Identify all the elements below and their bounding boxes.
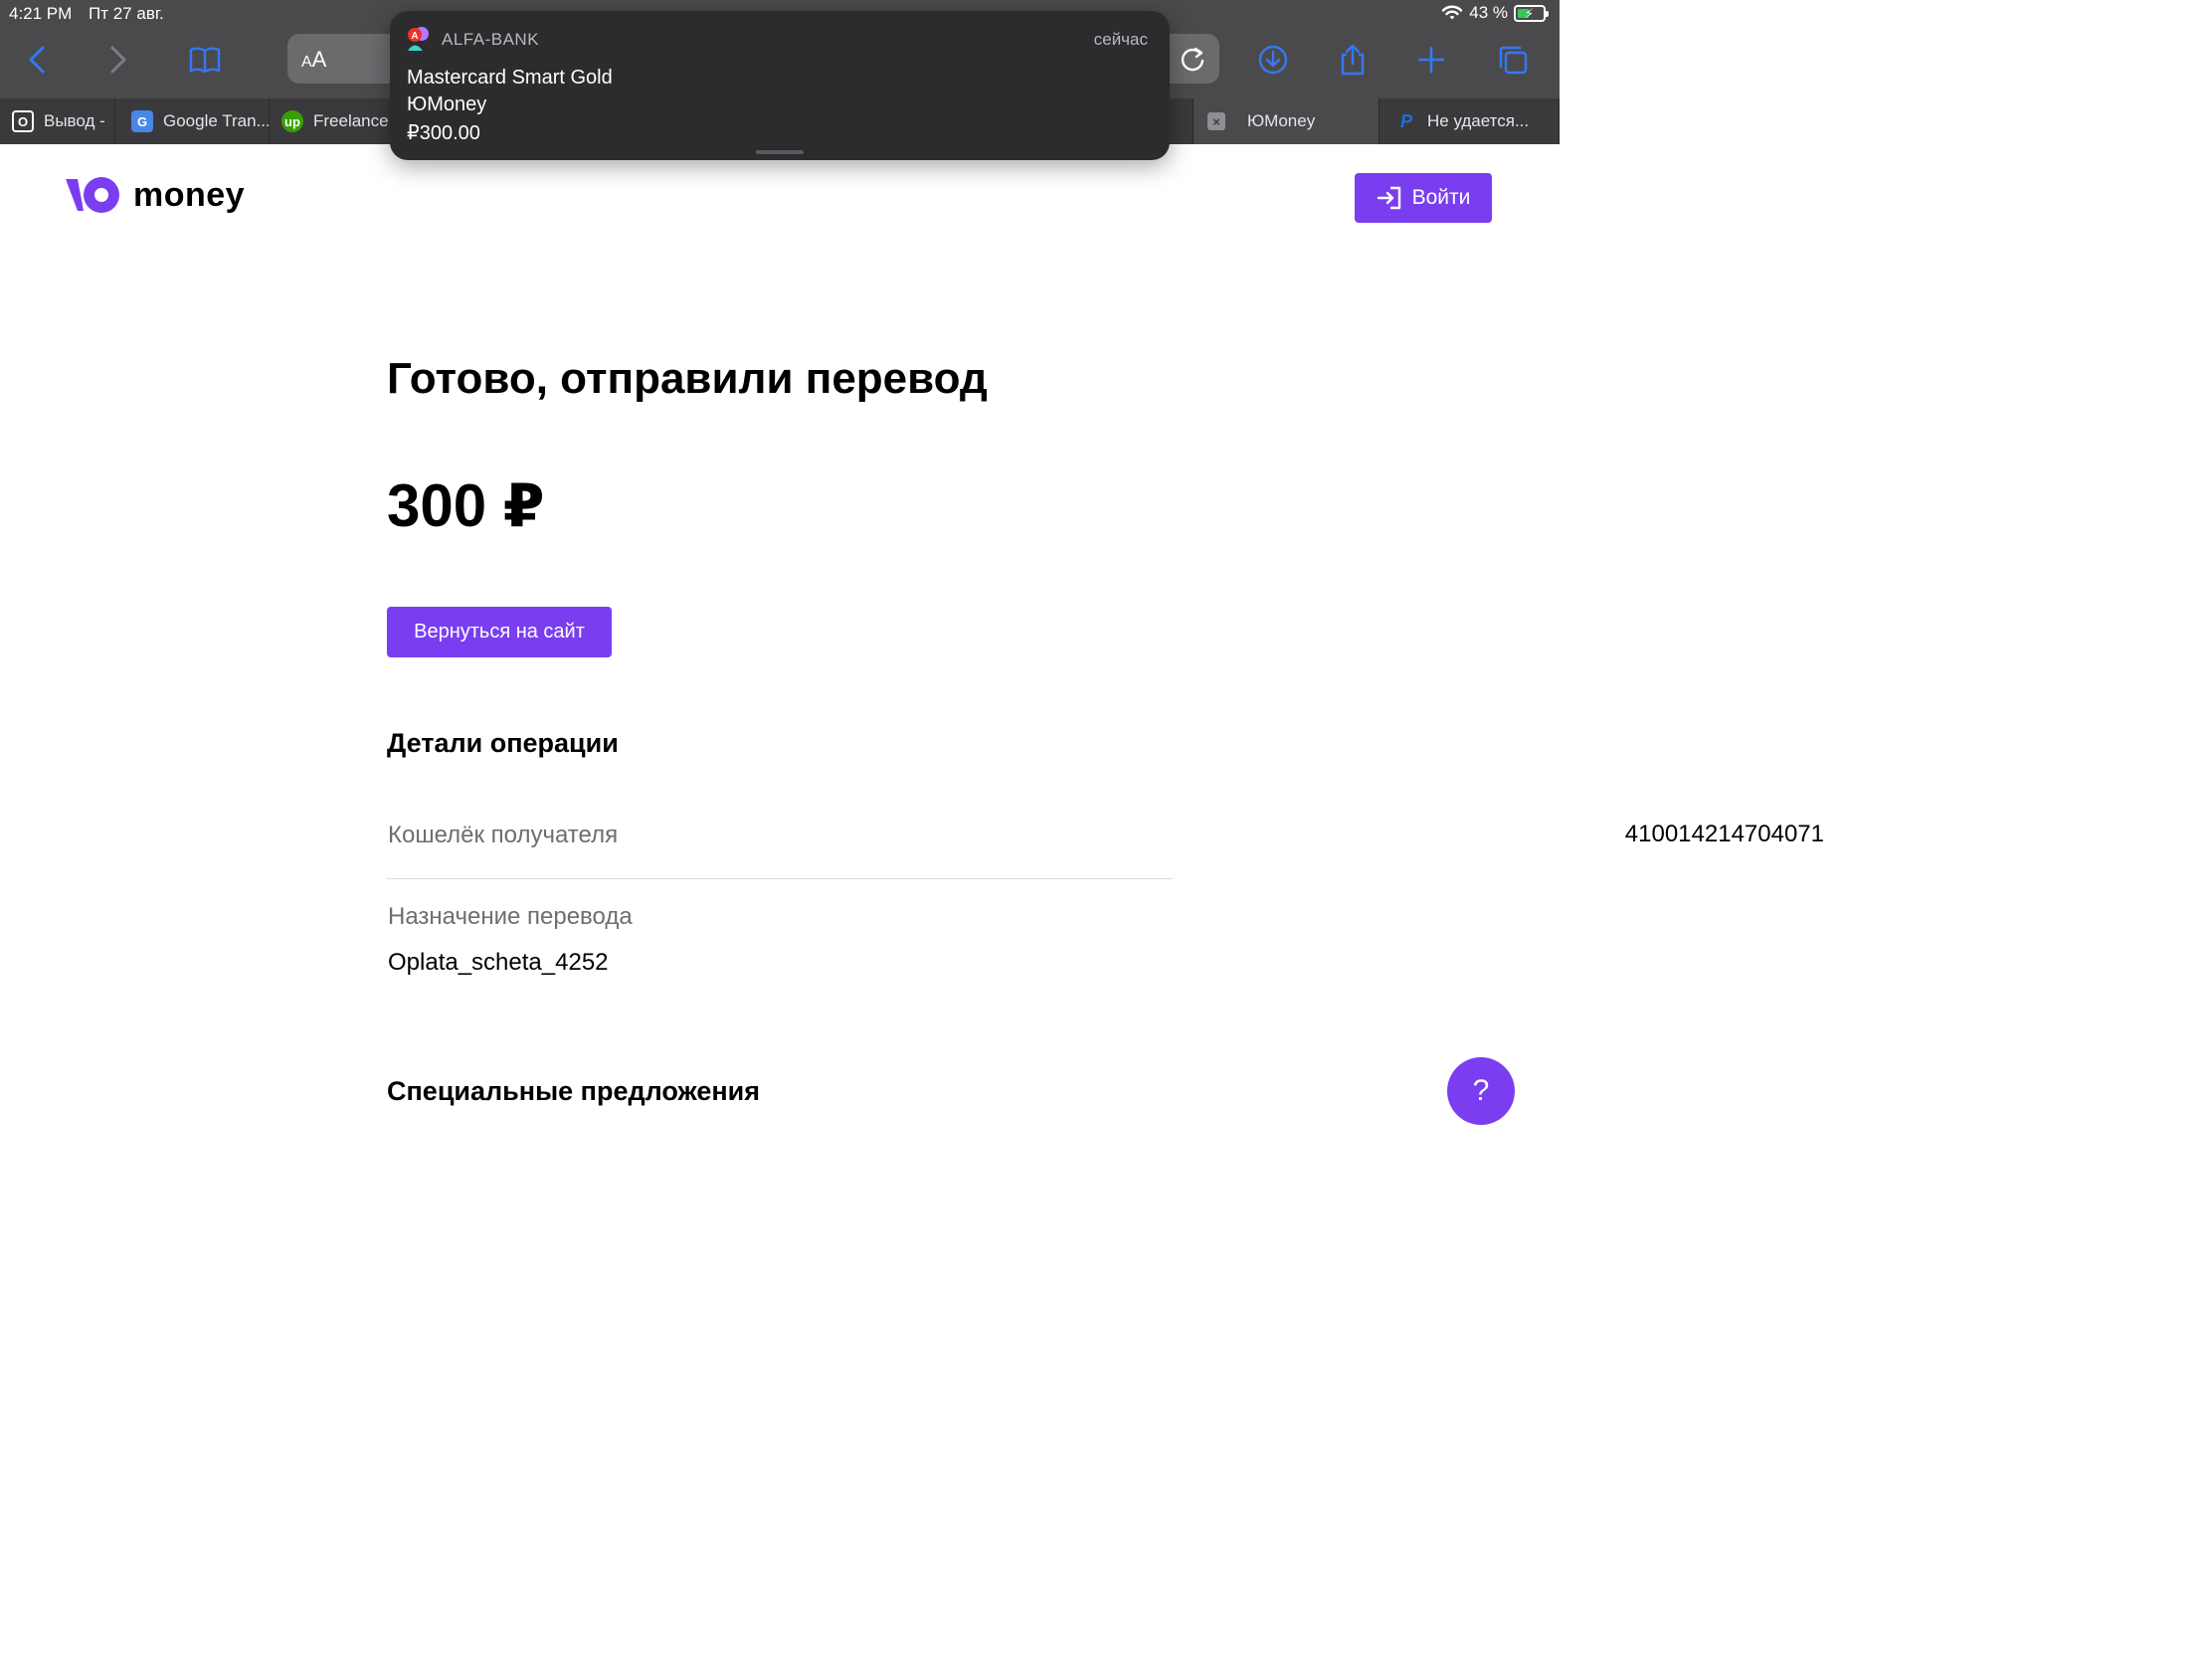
tab-favicon: up <box>281 110 303 132</box>
tab-label: Не удается... <box>1427 111 1530 130</box>
notification-grabber[interactable] <box>756 150 804 154</box>
tab-favicon: P <box>1399 110 1412 131</box>
tab-label: Freelance <box>313 111 389 130</box>
tab-yumoney[interactable]: × ЮMoney <box>1194 98 1380 144</box>
tab-favicon: O <box>12 110 34 132</box>
battery-percent: 43 % <box>1469 3 1508 22</box>
status-right: 43 % ⚡ <box>1441 3 1549 23</box>
tab-label: ЮMoney <box>1247 111 1316 130</box>
status-date: Пт 27 авг. <box>89 4 164 23</box>
share-icon[interactable] <box>1329 38 1377 82</box>
forward-arrow-icon[interactable] <box>93 38 141 82</box>
login-button[interactable]: Войти <box>1355 173 1492 223</box>
purpose-value: Oplata_scheta_4252 <box>388 949 609 976</box>
wifi-icon <box>1442 5 1463 20</box>
tab-google-translate[interactable]: G Google Tran... <box>115 98 270 144</box>
notification-line-card: Mastercard Smart Gold <box>407 67 613 89</box>
new-tab-icon[interactable] <box>1407 38 1455 82</box>
tab-paypal[interactable]: P Не удается... <box>1380 98 1560 144</box>
reload-icon[interactable] <box>1176 42 1209 76</box>
downloads-icon[interactable] <box>1249 38 1297 82</box>
back-to-site-button[interactable]: Вернуться на сайт <box>387 607 612 657</box>
svg-text:A: A <box>411 31 418 42</box>
tabs-overview-icon[interactable] <box>1489 38 1537 82</box>
status-time: 4:21 PM <box>9 4 73 23</box>
notification-time: сейчас <box>1093 30 1148 49</box>
logo-text: money <box>133 175 246 214</box>
special-offers-heading: Специальные предложения <box>387 1076 761 1106</box>
close-tab-icon[interactable]: × <box>1207 112 1225 130</box>
tab-vyvod[interactable]: O Вывод - <box>0 98 115 144</box>
notification-line-merchant: ЮMoney <box>407 93 487 115</box>
notification-app-name: ALFA-BANK <box>442 30 540 49</box>
alfa-bank-app-icon: A <box>408 27 429 51</box>
battery-icon: ⚡ <box>1514 4 1549 22</box>
bookmarks-icon[interactable] <box>181 38 229 82</box>
tab-freelance[interactable]: up Freelance <box>270 98 391 144</box>
text-size-button[interactable]: AA <box>301 47 326 73</box>
page-title: Готово, отправили перевод <box>387 354 988 403</box>
notification-line-amount: ₽300.00 <box>407 122 480 144</box>
yumoney-logo-mark <box>66 177 119 213</box>
details-divider <box>387 878 1173 879</box>
login-label: Войти <box>1411 186 1471 209</box>
tab-label: Google Tran... <box>163 111 270 130</box>
notification-banner[interactable]: A ALFA-BANK сейчас Mastercard Smart Gold… <box>390 11 1170 160</box>
yumoney-logo[interactable]: money <box>66 175 245 215</box>
login-icon <box>1377 186 1400 210</box>
wallet-label: Кошелёк получателя <box>388 822 619 848</box>
wallet-value: 410014214704071 <box>1624 821 1824 847</box>
details-heading: Детали операции <box>387 728 619 758</box>
purpose-label: Назначение перевода <box>388 903 633 930</box>
tab-favicon: G <box>131 110 153 132</box>
back-arrow-icon[interactable] <box>14 38 62 82</box>
help-button[interactable]: ? <box>1447 1057 1515 1125</box>
transfer-amount: 300 ₽ <box>387 472 545 539</box>
tab-label: Вывод - <box>44 111 105 130</box>
